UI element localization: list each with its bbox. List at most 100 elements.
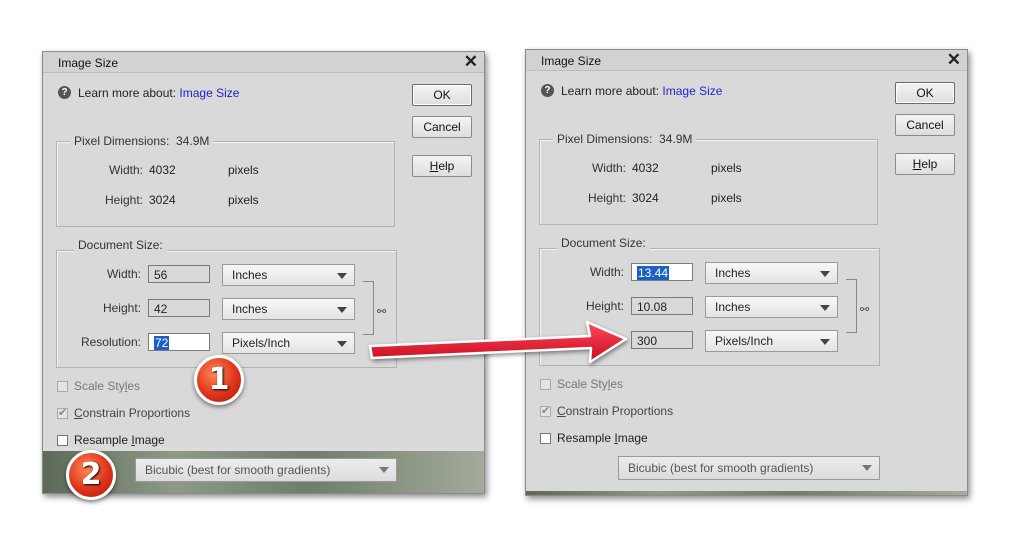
step-1-badge: 1 [194, 355, 244, 405]
pixel-width-label: Width: [591, 161, 626, 175]
chevron-down-icon [337, 273, 347, 279]
doc-width-label: Width: [589, 265, 624, 279]
resolution-label: Resolution: [80, 335, 141, 349]
learn-more-label: Learn more about: [561, 84, 660, 98]
pixel-height-unit: pixels [228, 193, 259, 207]
resolution-unit-select[interactable]: Pixels/Inch [222, 332, 355, 354]
ok-button[interactable]: OK [895, 82, 955, 104]
resample-method-select[interactable]: Bicubic (best for smooth gradients) [618, 456, 880, 480]
constrain-bracket [363, 281, 374, 335]
pixel-height-value: 3024 [632, 191, 659, 205]
pixel-dimensions-size: 34.9M [176, 134, 210, 148]
resample-text-b: mage [617, 431, 648, 445]
constrain-proportions-label[interactable]: Constrain Proportions [557, 404, 673, 418]
scale-styles-text-b: es [127, 379, 141, 393]
title-bar: Image Size ✕ [43, 52, 484, 73]
resolution-input[interactable]: 300 [631, 331, 693, 349]
resolution-label-partial: Res [584, 333, 606, 347]
pixel-width-unit: pixels [228, 163, 259, 177]
resample-text-b: mage [134, 433, 165, 447]
constrain-mnemonic: C [74, 406, 83, 420]
doc-width-unit: Inches [232, 268, 268, 282]
constrain-text: onstrain Proportions [82, 406, 191, 420]
pixel-dimensions-group [539, 139, 878, 225]
resample-method-value: Bicubic (best for smooth gradients) [628, 461, 814, 475]
constrain-proportions-checkbox[interactable]: ✔ [540, 405, 551, 417]
document-size-title: Document Size: [74, 238, 167, 252]
cancel-button[interactable]: Cancel [895, 114, 955, 136]
resolution-value-selected: 72 [154, 336, 170, 350]
scale-styles-checkbox[interactable] [57, 381, 68, 392]
help-label-rest: elp [438, 159, 455, 173]
doc-width-unit-select[interactable]: Inches [705, 262, 838, 284]
doc-height-input[interactable]: 10.08 [631, 297, 693, 315]
title-bar: Image Size ✕ [526, 50, 967, 71]
resample-image-checkbox[interactable] [57, 435, 68, 446]
scale-styles-checkbox[interactable] [540, 379, 551, 390]
help-button[interactable]: Help [895, 153, 955, 175]
doc-height-unit-select[interactable]: Inches [222, 298, 355, 320]
pixel-height-label: Height: [104, 193, 143, 207]
learn-more-label: Learn more about: [78, 86, 177, 100]
image-size-dialog-after: Image Size ✕ ? Learn more about: Image S… [525, 49, 968, 496]
help-button[interactable]: Help [412, 155, 472, 177]
pixel-height-label: Height: [587, 191, 626, 205]
doc-width-unit: Inches [715, 266, 751, 280]
doc-width-input[interactable]: 13.44 [631, 263, 693, 281]
close-icon[interactable]: ✕ [947, 50, 961, 70]
question-circle-icon[interactable]: ? [541, 84, 554, 97]
resample-method-select[interactable]: Bicubic (best for smooth gradients) [135, 458, 397, 482]
doc-height-label: Height: [585, 299, 624, 313]
chain-link-icon: ⚯ [860, 304, 870, 316]
constrain-proportions-label[interactable]: Constrain Proportions [74, 406, 190, 420]
learn-more: Learn more about: Image Size [78, 86, 239, 100]
pixel-height-unit: pixels [711, 191, 742, 205]
doc-width-input[interactable]: 56 [148, 265, 210, 283]
pixel-dimensions-title: Pixel Dimensions: 34.9M [70, 134, 214, 148]
pixel-dimensions-title: Pixel Dimensions: 34.9M [553, 132, 697, 146]
pixel-width-value: 4032 [632, 161, 659, 175]
constrain-proportions-checkbox[interactable]: ✔ [57, 407, 68, 419]
chevron-down-icon [862, 465, 872, 471]
checkmark-icon: ✔ [541, 405, 551, 417]
chain-link-icon: ⚯ [377, 306, 387, 318]
cancel-button[interactable]: Cancel [412, 116, 472, 138]
close-icon[interactable]: ✕ [464, 52, 478, 72]
step-2-badge: 2 [66, 450, 116, 500]
resolution-input[interactable]: 72 [148, 333, 210, 351]
image-size-help-link[interactable]: Image Size [662, 84, 722, 98]
scale-styles-text-b: es [610, 377, 624, 391]
doc-height-unit-select[interactable]: Inches [705, 296, 838, 318]
pixel-dimensions-size: 34.9M [659, 132, 693, 146]
resample-image-checkbox[interactable] [540, 433, 551, 444]
chevron-down-icon [820, 339, 830, 345]
help-label-rest: elp [921, 157, 938, 171]
pixel-dimensions-group [56, 141, 395, 227]
scale-styles-label[interactable]: Scale Styles [74, 379, 140, 393]
chevron-down-icon [337, 341, 347, 347]
resample-text-a: Resample [74, 433, 132, 447]
chevron-down-icon [379, 467, 389, 473]
document-size-title: Document Size: [557, 236, 650, 250]
resample-text-a: Resample [557, 431, 615, 445]
doc-height-input[interactable]: 42 [148, 299, 210, 317]
doc-height-unit: Inches [715, 300, 751, 314]
ok-button[interactable]: OK [412, 84, 472, 106]
resample-image-label[interactable]: Resample Image [74, 433, 165, 447]
resample-image-label[interactable]: Resample Image [557, 431, 648, 445]
pixel-width-value: 4032 [149, 163, 176, 177]
resolution-unit: Pixels/Inch [715, 334, 774, 348]
scale-styles-label[interactable]: Scale Styles [557, 377, 623, 391]
doc-width-label: Width: [106, 267, 141, 281]
resample-method-value: Bicubic (best for smooth gradients) [145, 463, 331, 477]
image-size-help-link[interactable]: Image Size [179, 86, 239, 100]
question-circle-icon[interactable]: ? [58, 86, 71, 99]
doc-width-unit-select[interactable]: Inches [222, 264, 355, 286]
constrain-mnemonic: C [557, 404, 566, 418]
resolution-unit-select[interactable]: Pixels/Inch [705, 330, 838, 352]
scale-styles-text-a: Scale Sty [74, 379, 125, 393]
checkmark-icon: ✔ [58, 407, 68, 419]
image-size-dialog-before: Image Size ✕ ? Learn more about: Image S… [42, 51, 485, 494]
chevron-down-icon [820, 271, 830, 277]
dialog-title: Image Size [541, 54, 602, 68]
